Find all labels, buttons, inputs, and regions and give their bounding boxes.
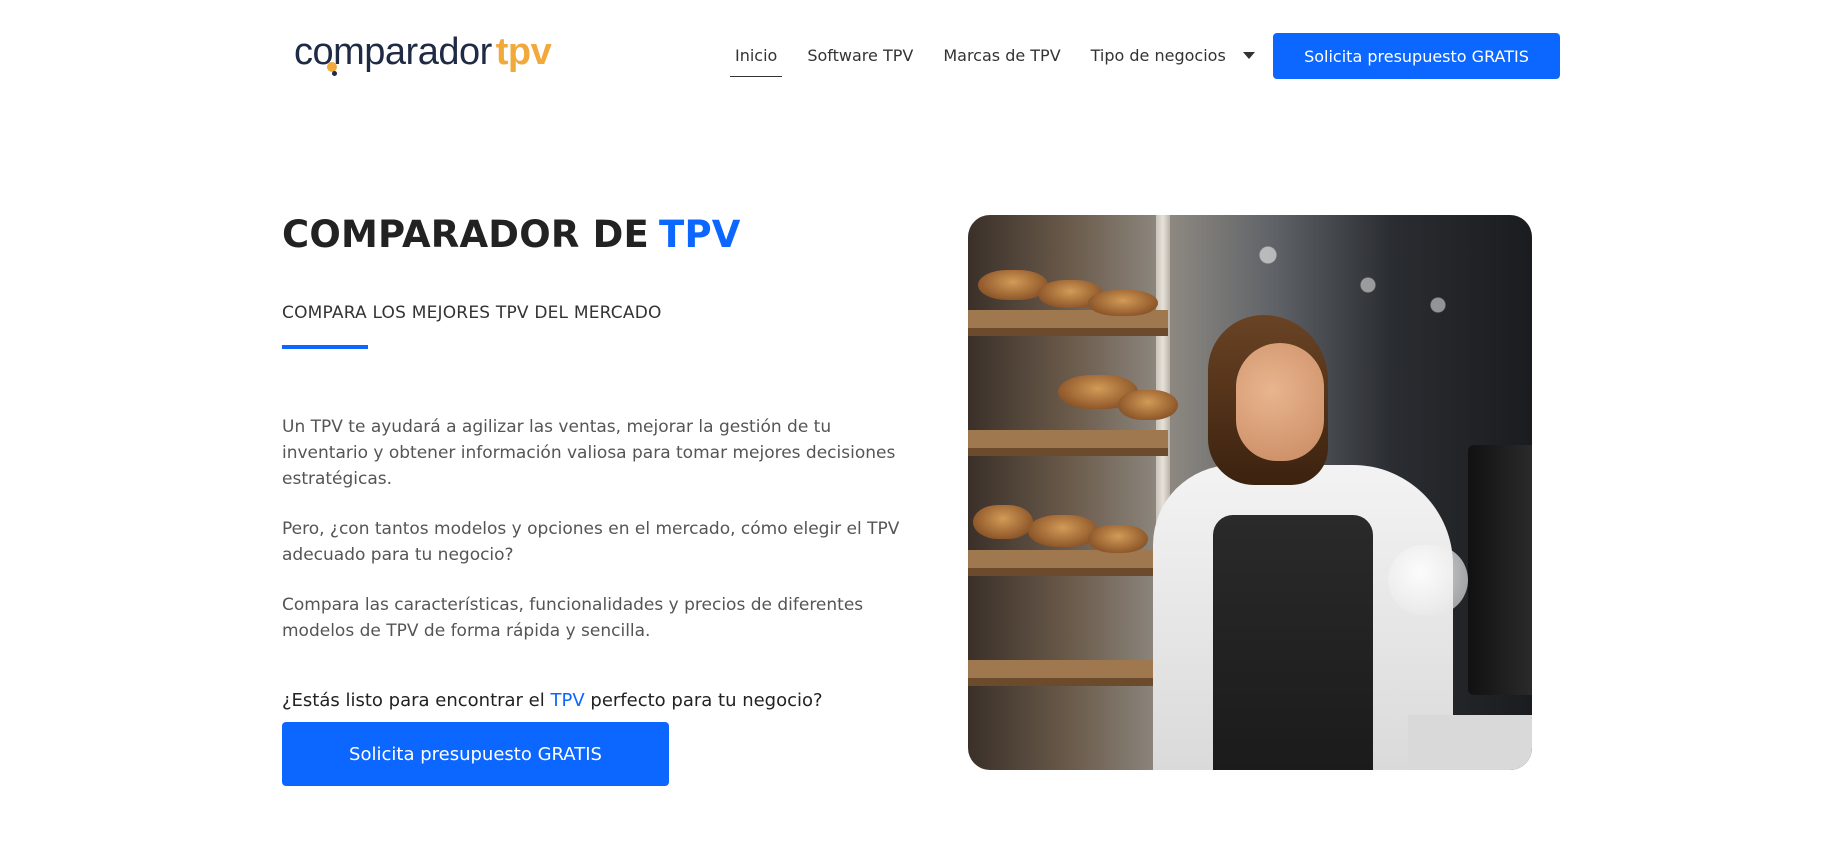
chevron-down-icon (1242, 52, 1255, 59)
logo-text-tpv: tpv (495, 31, 552, 73)
nav-item-label: Software TPV (807, 46, 914, 65)
nav-item-marcas-de-tpv[interactable]: Marcas de TPV (928, 38, 1075, 79)
nav-item-label: Marcas de TPV (943, 46, 1061, 65)
nav-item-label: Inicio (735, 46, 778, 65)
page: comparador tpv Inicio Software TPV Marca… (0, 0, 1845, 865)
nav-item-label: Tipo de negocios (1090, 46, 1226, 65)
header-cta-button[interactable]: Solicita presupuesto GRATIS (1273, 33, 1560, 79)
subtitle-underline-divider (282, 345, 368, 349)
hero-paragraph: Pero, ¿con tantos modelos y opciones en … (282, 519, 900, 565)
bakery-shelf (968, 660, 1168, 678)
hero-paragraph: Compara las características, funcionalid… (282, 595, 864, 641)
counter (1408, 715, 1532, 770)
hero-paragraph: Un TPV te ayudará a agilizar las ventas,… (282, 417, 896, 489)
bread-loaf (1088, 290, 1158, 316)
hero-description: Un TPV te ayudará a agilizar las ventas,… (282, 414, 932, 644)
hero-photo-image (968, 215, 1532, 770)
page-title: COMPARADOR DE TPV (282, 210, 932, 260)
title-accent: TPV (659, 213, 741, 256)
main-nav: Inicio Software TPV Marcas de TPV Tipo d… (720, 38, 1270, 79)
bread-loaf (973, 505, 1033, 539)
hero-question: ¿Estás listo para encontrar el TPV perfe… (282, 690, 932, 711)
brand-logo[interactable]: comparador tpv (294, 28, 552, 88)
nav-item-inicio[interactable]: Inicio (720, 38, 792, 79)
question-after: perfecto para tu negocio? (590, 690, 823, 711)
pos-monitor (1468, 445, 1532, 695)
question-accent: TPV (550, 690, 585, 711)
bread-loaf (1118, 390, 1178, 420)
nav-item-software-tpv[interactable]: Software TPV (792, 38, 928, 79)
cashier-glove (1388, 545, 1468, 615)
nav-item-tipo-de-negocios[interactable]: Tipo de negocios (1076, 38, 1270, 79)
site-header: comparador tpv Inicio Software TPV Marca… (0, 0, 1845, 110)
bread-loaf (1028, 515, 1098, 547)
bakery-shelf (968, 550, 1168, 568)
question-before: ¿Estás listo para encontrar el (282, 690, 545, 711)
hero-content: COMPARADOR DE TPV COMPARA LOS MEJORES TPV… (282, 210, 932, 786)
cashier-face (1236, 343, 1324, 461)
logo-text-comparador: comparador (294, 31, 492, 73)
cashier-apron (1213, 515, 1373, 770)
title-main: COMPARADOR DE (282, 213, 650, 256)
hero-cta-button[interactable]: Solicita presupuesto GRATIS (282, 722, 669, 786)
bread-loaf (1088, 525, 1148, 553)
hero-subtitle: COMPARA LOS MEJORES TPV DEL MERCADO (282, 303, 662, 323)
bakery-shelf (968, 430, 1168, 448)
logo-dot-small-icon (332, 71, 337, 76)
